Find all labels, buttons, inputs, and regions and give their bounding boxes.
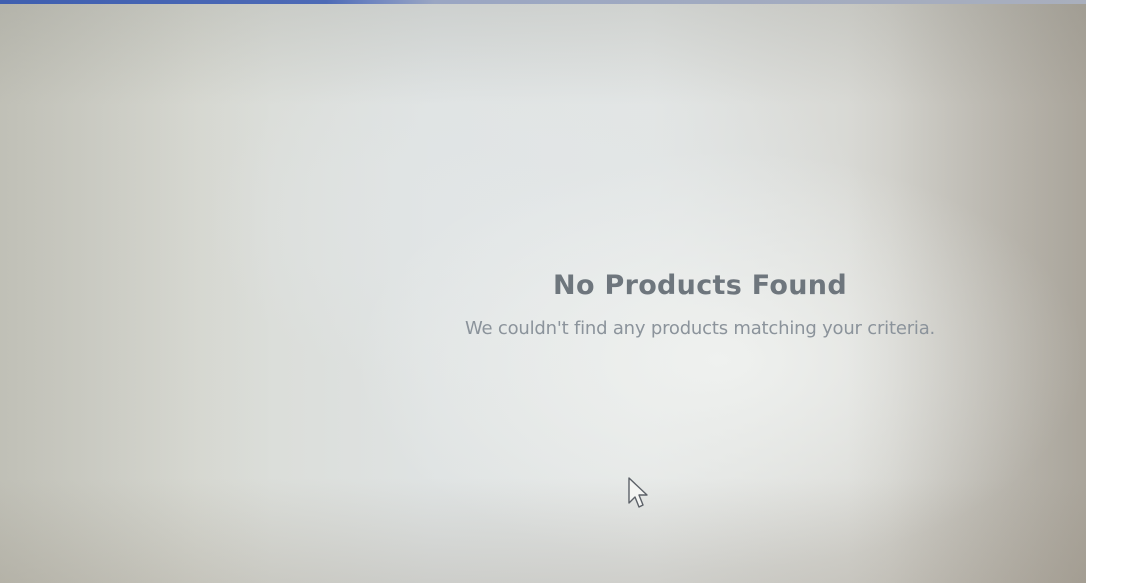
mouse-pointer-icon <box>628 477 648 508</box>
top-bar-edge <box>0 0 1086 4</box>
app-screen: No Products Found We couldn't find any p… <box>0 0 1086 583</box>
empty-state: No Products Found We couldn't find any p… <box>430 262 970 342</box>
empty-state-message: We couldn't find any products matching y… <box>464 318 936 339</box>
photo-frame: No Products Found We couldn't find any p… <box>0 0 1122 583</box>
empty-state-title: No Products Found <box>553 270 847 301</box>
